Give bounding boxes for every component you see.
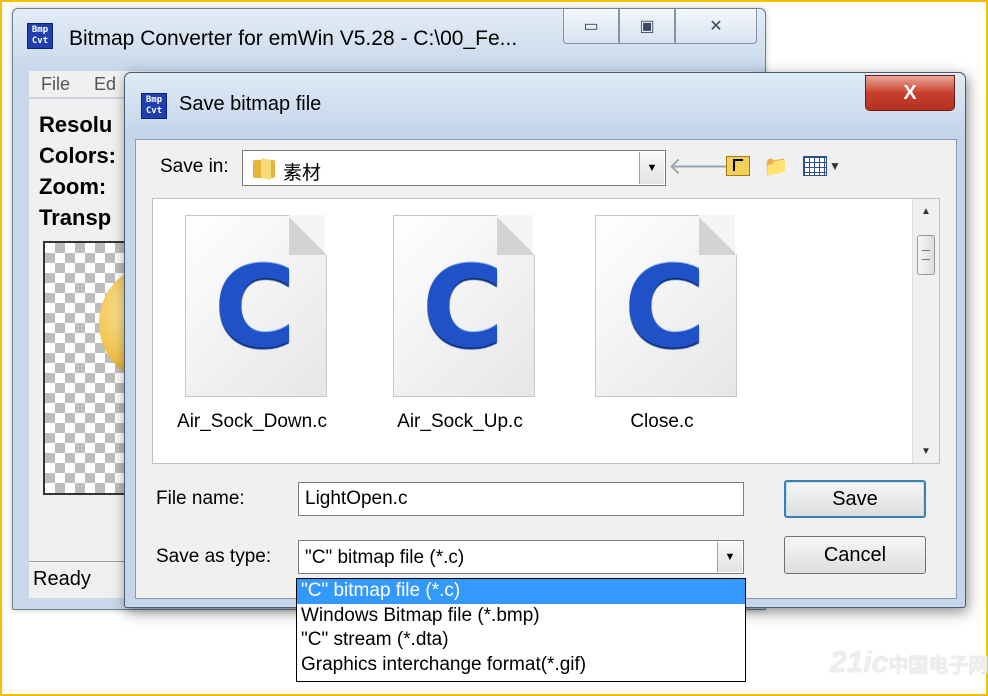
save-in-label: Save in: [160, 156, 229, 177]
transparency-label: Transp [39, 205, 112, 230]
view-grid-icon [803, 156, 828, 176]
file-item[interactable]: C Air_Sock_Up.c [365, 211, 555, 447]
new-folder-button[interactable]: 📁 [762, 152, 790, 180]
maximize-button[interactable]: ▣ [619, 9, 675, 44]
cancel-button[interactable]: Cancel [784, 536, 926, 574]
caption-buttons: ▭ ▣ ✕ [563, 9, 757, 49]
file-list-scrollbar[interactable]: ▲ ▼ [912, 199, 939, 463]
close-icon: X [903, 81, 917, 104]
scroll-thumb[interactable] [917, 235, 935, 275]
status-text: Ready [33, 568, 91, 590]
dialog-toolbar: 🡐 📁 ▼ [668, 152, 844, 180]
back-arrow-icon[interactable]: 🡐 [668, 152, 732, 180]
minimize-button[interactable]: ▭ [563, 9, 619, 44]
chevron-down-icon[interactable]: ▼ [639, 152, 664, 184]
dialog-body: Save in: 素材 ▼ 🡐 📁 ▼ C Air_Sock_Down.c C … [135, 139, 957, 599]
scroll-down-icon[interactable]: ▼ [913, 439, 939, 463]
dialog-title: Save bitmap file [179, 93, 322, 115]
file-name-label: Close.c [630, 411, 694, 432]
save-button[interactable]: Save [784, 480, 926, 518]
save-as-type-dropdown: "C" bitmap file (*.c) Windows Bitmap fil… [296, 578, 746, 682]
file-list[interactable]: C Air_Sock_Down.c C Air_Sock_Up.c C Clos… [152, 198, 940, 464]
up-folder-button[interactable] [724, 152, 752, 180]
colors-label: Colors: [39, 143, 116, 168]
save-in-value: 素材 [283, 162, 322, 184]
maximize-icon: ▣ [639, 18, 655, 35]
file-item[interactable]: C Close.c [567, 211, 757, 447]
save-in-combo[interactable]: 素材 ▼ [242, 150, 666, 186]
dialog-title-bar[interactable]: Bmp Cvt Save bitmap file X [125, 73, 965, 139]
app-icon: Bmp Cvt [27, 23, 53, 49]
menu-file[interactable]: File [29, 74, 82, 95]
file-name-field-label: File name: [156, 488, 245, 509]
c-file-icon: C [595, 215, 737, 397]
chevron-down-icon[interactable]: ▼ [717, 542, 742, 572]
minimize-icon: ▭ [583, 18, 599, 35]
file-name-input[interactable] [298, 482, 744, 516]
save-bitmap-dialog: Bmp Cvt Save bitmap file X Save in: 素材 ▼… [124, 72, 966, 608]
dialog-close-button[interactable]: X [865, 75, 955, 111]
scroll-up-icon[interactable]: ▲ [913, 199, 939, 223]
main-close-button[interactable]: ✕ [675, 9, 757, 44]
main-window-title: Bitmap Converter for emWin V5.28 - C:\00… [69, 27, 518, 50]
resolution-label: Resolu [39, 112, 113, 137]
main-title-bar[interactable]: Bmp Cvt Bitmap Converter for emWin V5.28… [13, 9, 765, 65]
menu-edit[interactable]: Ed [82, 74, 128, 95]
file-item[interactable]: C Air_Sock_Down.c [157, 211, 347, 447]
type-option-dta[interactable]: "C" stream (*.dta) [297, 628, 745, 653]
c-file-icon: C [185, 215, 327, 397]
save-as-type-combo[interactable]: "C" bitmap file (*.c) ▼ [298, 540, 744, 574]
close-icon: ✕ [709, 18, 723, 35]
image-info: Resolu Colors: Zoom: Transp [39, 109, 116, 233]
watermark: 21ic中国电子网 [830, 646, 988, 679]
type-option-bmp[interactable]: Windows Bitmap file (*.bmp) [297, 604, 745, 629]
file-name-label: Air_Sock_Down.c [177, 411, 327, 432]
save-as-type-label: Save as type: [156, 546, 272, 567]
type-option-gif[interactable]: Graphics interchange format(*.gif) [297, 653, 745, 678]
view-menu-button[interactable]: ▼ [800, 152, 844, 180]
new-folder-icon: 📁 [763, 155, 789, 178]
file-name-label: Air_Sock_Up.c [397, 411, 523, 432]
folder-icon [253, 157, 277, 180]
zoom-label: Zoom: [39, 174, 107, 199]
save-as-type-value: "C" bitmap file (*.c) [305, 547, 465, 568]
chevron-down-icon: ▼ [829, 159, 841, 173]
type-option-c-bitmap[interactable]: "C" bitmap file (*.c) [297, 579, 745, 604]
up-folder-icon [726, 156, 750, 176]
c-file-icon: C [393, 215, 535, 397]
dialog-app-icon: Bmp Cvt [141, 93, 167, 119]
